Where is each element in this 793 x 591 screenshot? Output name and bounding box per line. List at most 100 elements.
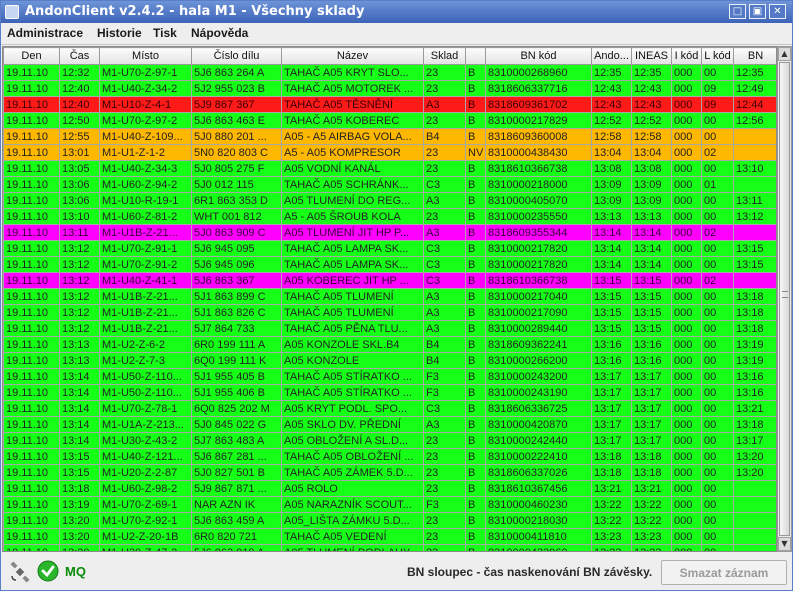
cell-l-kod: 09 <box>701 96 734 113</box>
cell-i-kod: 000 <box>671 528 702 545</box>
cell-misto: M1-U1B-Z-21... <box>99 304 192 321</box>
cell-i-kod: 000 <box>671 352 702 369</box>
minimize-icon[interactable]: □ <box>729 4 746 19</box>
cell-type: B <box>465 416 486 433</box>
col-header-misto[interactable]: Místo <box>99 47 192 65</box>
table-row[interactable]: 19.11.10 12:40 M1-U10-Z-4-1 5J9 867 367 TAHA… <box>3 96 776 113</box>
cell-l-kod: 00 <box>701 336 734 353</box>
scroll-down-icon[interactable]: ▼ <box>778 537 791 551</box>
cell-bn <box>733 144 776 161</box>
col-header-type[interactable] <box>465 47 486 65</box>
cell-type: B <box>465 80 486 97</box>
table-row[interactable]: 19.11.10 12:40 M1-U40-Z-34-2 5J2 955 023 BT… <box>3 80 776 97</box>
table-row[interactable]: 19.11.10 13:06 M1-U10-R-19-1 6R1 863 353 DA… <box>3 192 776 209</box>
col-header-andon[interactable]: Ando... <box>591 47 632 65</box>
table-row[interactable]: 19.11.10 13:05 M1-U40-Z-34-3 5J0 805 275 FA… <box>3 160 776 177</box>
cell-cislo-dilu: 5J0 805 275 F <box>191 160 282 177</box>
table-row[interactable]: 19.11.1013:20M1-U30-Z-47-35J6 863 919 AA… <box>3 544 776 551</box>
cell-misto: M1-U40-Z-34-3 <box>99 160 192 177</box>
table-row[interactable]: 19.11.10 13:12 M1-U70-Z-91-2 5J6 945 096 TAH… <box>3 256 776 273</box>
cell-nazev: A05_LIŠTA ZÁMKU 5.D... <box>281 512 424 529</box>
table-row[interactable]: 19.11.10 13:12 M1-U70-Z-91-1 5J6 945 095 TAH… <box>3 240 776 257</box>
table-row[interactable]: 19.11.10 12:55 M1-U40-Z-109... 5J0 880 201 … <box>3 128 776 145</box>
cell-l-kod: 00 <box>701 416 734 433</box>
menu-napoveda[interactable]: Nápověda <box>191 26 248 40</box>
cell-sklad: A3 <box>423 192 466 209</box>
cell-type: B <box>465 128 486 145</box>
cell-nazev: A05 OBLOŽENÍ A SL.D... <box>281 432 424 449</box>
cell-nazev: A5 - A05 KOMPRESOR <box>281 144 424 161</box>
menu-historie[interactable]: Historie <box>97 26 142 40</box>
table-row[interactable]: 19.11.10 13:06 M1-U60-Z-94-2 5J0 012 115 TAH… <box>3 176 776 193</box>
table-row[interactable]: 19.11.10 13:14 M1-U30-Z-43-2 5J7 863 483 AA… <box>3 432 776 449</box>
table-row[interactable]: 19.11.10 13:15 M1-U40-Z-121... 5J6 867 281 … <box>3 448 776 465</box>
menu-administrace[interactable]: Administrace <box>7 26 83 40</box>
cell-den: 19.11.10 <box>3 80 60 97</box>
table-row[interactable]: 19.11.10 12:32 M1-U70-Z-97-1 5J6 863 264 AT… <box>3 64 776 81</box>
col-header-sklad[interactable]: Sklad <box>423 47 466 65</box>
scroll-thumb[interactable] <box>779 62 790 536</box>
col-header-bn-kod[interactable]: BN kód <box>485 47 592 65</box>
cell-andon: 12:58 <box>591 128 632 145</box>
col-header-bn[interactable]: BN <box>733 47 776 65</box>
close-icon[interactable]: ✕ <box>769 4 786 19</box>
cell-cislo-dilu: 5J0 827 501 B <box>191 464 282 481</box>
col-header-l-kod[interactable]: L kód <box>701 47 734 65</box>
table-row[interactable]: 19.11.10 13:14 M1-U70-Z-78-1 6Q0 825 202 MA… <box>3 400 776 417</box>
cell-bn <box>733 128 776 145</box>
cell-cislo-dilu: 5J6 945 096 <box>191 256 282 273</box>
cell-bn-kod: 8310000289440 <box>485 320 592 337</box>
table-row[interactable]: 19.11.10 13:14 M1-U50-Z-110... 5J1 955 405 … <box>3 368 776 385</box>
table-row[interactable]: 19.11.10 13:12 M1-U40-Z-41-1 5J6 863 367 A05… <box>3 272 776 289</box>
cell-ineas: 12:43 <box>631 80 672 97</box>
col-header-nazev[interactable]: Název <box>281 47 424 65</box>
col-header-i-kod[interactable]: I kód <box>671 47 702 65</box>
table-row[interactable]: 19.11.10 13:20 M1-U2-Z-20-1B 6R0 820 721 TAH… <box>3 528 776 545</box>
col-header-cas[interactable]: Čas <box>59 47 100 65</box>
cell-ineas: 13:18 <box>631 464 672 481</box>
table-row[interactable]: 19.11.10 12:50 M1-U70-Z-97-2 5J6 863 463 ET… <box>3 112 776 129</box>
cell-nazev: A05 TLUMENÍ JIT HP P... <box>281 224 424 241</box>
cell-l-kod: 00 <box>701 128 734 145</box>
col-header-cislo-dilu[interactable]: Číslo dílu <box>191 47 282 65</box>
table-row[interactable]: 19.11.10 13:18 M1-U60-Z-98-2 5J9 867 871 ..… <box>3 480 776 497</box>
table-row[interactable]: 19.11.10 13:11 M1-U1B-Z-21... 5J0 863 909 C… <box>3 224 776 241</box>
table-row[interactable]: 19.11.10 13:01 M1-U1-Z-1-2 5N0 820 803 C A5 … <box>3 144 776 161</box>
col-header-den[interactable]: Den <box>3 47 60 65</box>
col-header-ineas[interactable]: INEAS <box>631 47 672 65</box>
cell-andon: 13:15 <box>591 272 632 289</box>
cell-andon: 13:21 <box>591 480 632 497</box>
table-row[interactable]: 19.11.10 13:20 M1-U70-Z-92-1 5J6 863 459 AA… <box>3 512 776 529</box>
satellite-icon[interactable] <box>9 561 31 583</box>
cell-l-kod: 00 <box>701 512 734 529</box>
scroll-up-icon[interactable]: ▲ <box>778 47 791 61</box>
cell-l-kod: 00 <box>701 112 734 129</box>
table-row[interactable]: 19.11.10 13:12 M1-U1B-Z-21... 5J1 863 826 C… <box>3 304 776 321</box>
clear-record-button[interactable]: Smazat záznam <box>661 560 787 585</box>
maximize-icon[interactable]: ▣ <box>749 4 766 19</box>
cell-sklad: C3 <box>423 176 466 193</box>
table-row[interactable]: 19.11.10 13:14 M1-U1A-Z-213... 5J0 845 022 … <box>3 416 776 433</box>
table-row[interactable]: 19.11.10 13:13 M1-U2-Z-7-3 6Q0 199 111 K A05… <box>3 352 776 369</box>
table-row[interactable]: 19.11.10 13:13 M1-U2-Z-6-2 6R0 199 111 A A05… <box>3 336 776 353</box>
table-row[interactable]: 19.11.10 13:12 M1-U1B-Z-21... 5J7 864 733 TA… <box>3 320 776 337</box>
table-row[interactable]: 19.11.10 13:12 M1-U1B-Z-21... 5J1 863 899 C… <box>3 288 776 305</box>
table-row[interactable]: 19.11.10 13:10 M1-U60-Z-81-2 WHT 001 812 A5 … <box>3 208 776 225</box>
cell-bn <box>733 272 776 289</box>
cell-l-kod: 02 <box>701 224 734 241</box>
table-row[interactable]: 19.11.10 13:14 M1-U50-Z-110... 5J1 955 406 … <box>3 384 776 401</box>
cell-bn-kod: 8310000218000 <box>485 176 592 193</box>
cell-cas: 13:20 <box>59 544 100 551</box>
table-row[interactable]: 19.11.10 13:19 M1-U70-Z-69-1 NAR AZN IK A05 … <box>3 496 776 513</box>
title-bar: AndonClient v2.4.2 - hala M1 - Všechny s… <box>1 1 792 23</box>
vertical-scrollbar[interactable]: ▲ ▼ <box>777 46 792 552</box>
cell-ineas: 13:21 <box>631 480 672 497</box>
cell-i-kod: 000 <box>671 384 702 401</box>
menu-tisk[interactable]: Tisk <box>153 26 177 40</box>
andon-table[interactable]: Den Čas Místo Číslo dílu Název Sklad BN … <box>2 46 777 552</box>
cell-bn: 13:20 <box>733 464 776 481</box>
table-row[interactable]: 19.11.10 13:15 M1-U20-Z-2-87 5J0 827 501 BT… <box>3 464 776 481</box>
cell-den: 19.11.10 <box>3 64 60 81</box>
cell-i-kod: 000 <box>671 80 702 97</box>
cell-bn-kod: 8310000217820 <box>485 240 592 257</box>
